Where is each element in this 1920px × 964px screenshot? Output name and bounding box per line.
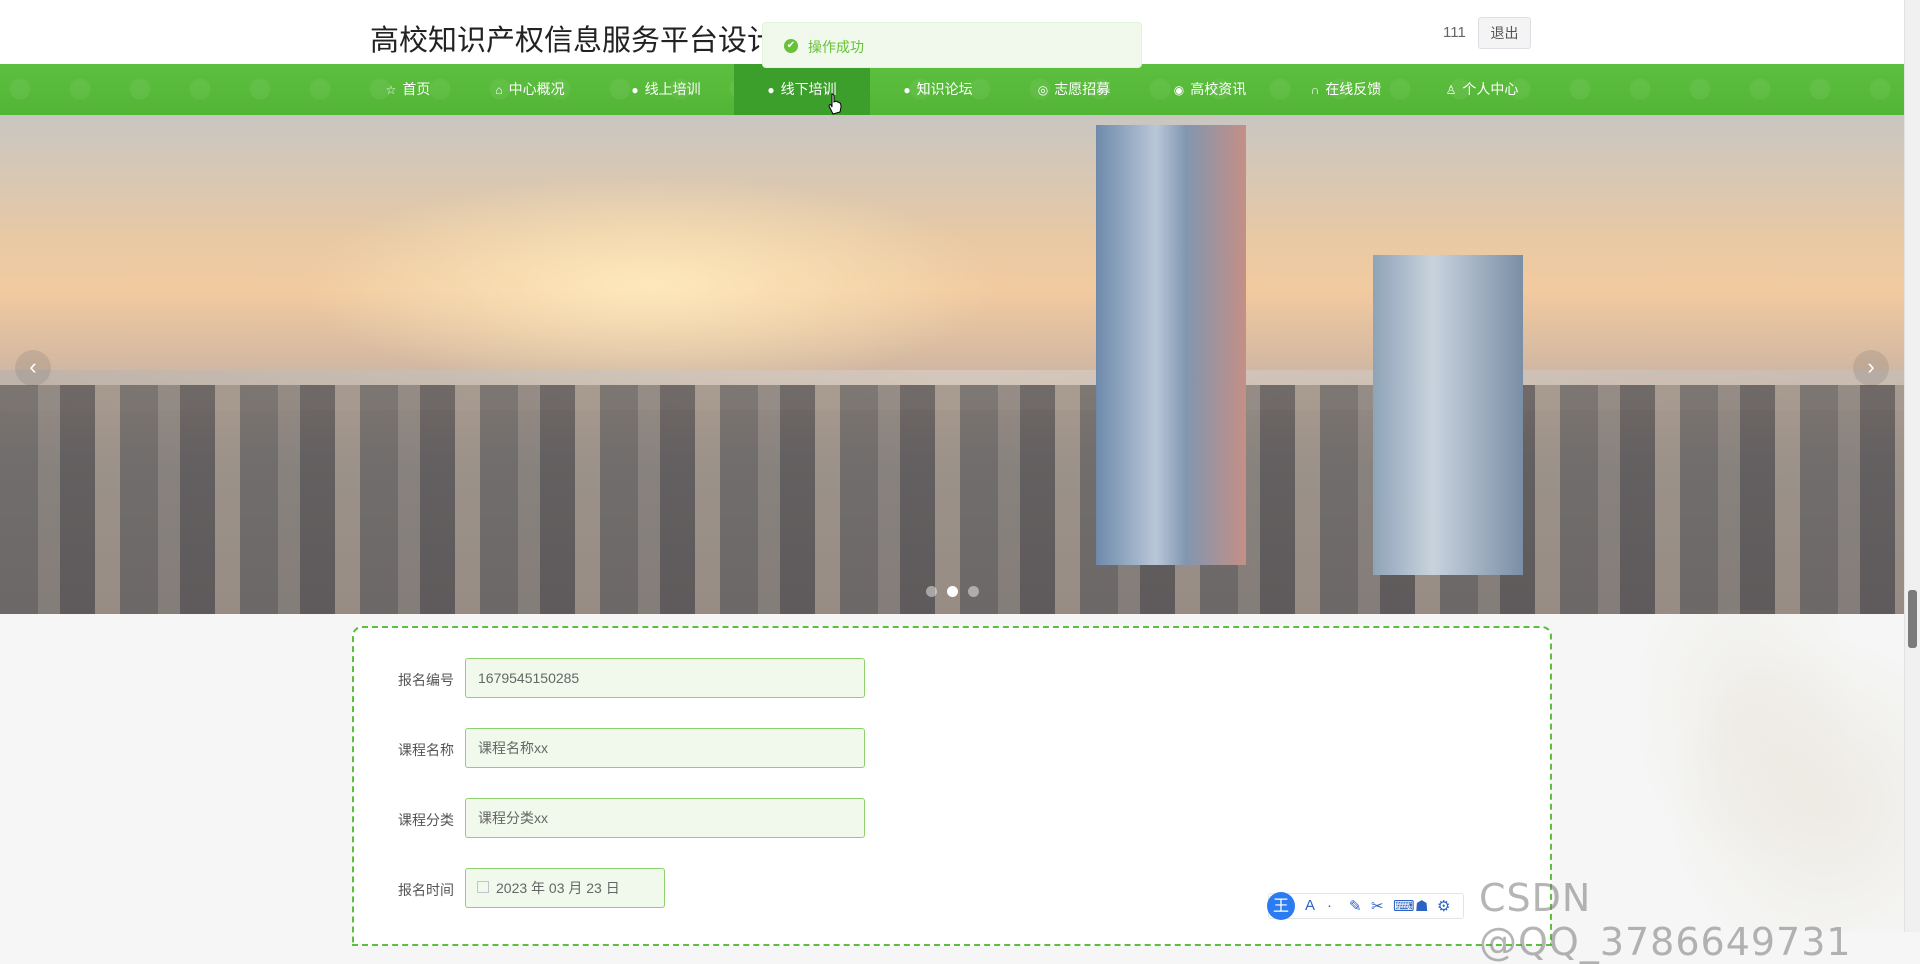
course-category-field[interactable]: 课程分类xx (465, 798, 865, 838)
success-toast: ✔ 操作成功 (762, 22, 1142, 68)
gear-icon[interactable]: ⚙ (1437, 897, 1450, 915)
label-course-name: 课程名称 (398, 742, 454, 758)
nav-item-online-feedback[interactable]: ∩ 在线反馈 (1278, 64, 1414, 115)
label-registration-time: 报名时间 (398, 882, 454, 898)
punctuation-icon[interactable]: · (1327, 897, 1332, 914)
success-check-icon: ✔ (784, 39, 798, 53)
nav-label: 首页 (402, 81, 431, 97)
nav-item-knowledge-forum[interactable]: ● 知识论坛 (870, 64, 1006, 115)
star-icon: ☆ (385, 83, 397, 97)
nav-item-offline-training[interactable]: ● 线下培训 (734, 64, 870, 115)
logout-button[interactable]: 退出 (1478, 17, 1531, 49)
ime-toolbar: 王 A · ✎ ✂ ⌨ ☗ ⚙ (1267, 892, 1464, 920)
watermark: CSDN @QQ_3786649731 (1479, 876, 1852, 964)
course-name-field[interactable]: 课程名称xx (465, 728, 865, 768)
target-icon: ◎ (1037, 83, 1049, 97)
nav-label: 在线反馈 (1325, 81, 1382, 97)
page-scrollbar[interactable] (1904, 0, 1920, 932)
nav-item-personal-center[interactable]: ♙ 个人中心 (1414, 64, 1550, 115)
nav-label: 线上培训 (644, 81, 701, 97)
username: 111 (1443, 24, 1466, 41)
carousel-prev-button[interactable]: ‹ (15, 350, 51, 386)
scissors-icon[interactable]: ✂ (1371, 897, 1384, 915)
calendar-icon (477, 881, 489, 893)
mouse-pointer-icon (828, 93, 842, 115)
nav-item-online-training[interactable]: ● 线上培训 (598, 64, 734, 115)
main-nav: ☆ 首页 ⌂ 中心概况 ● 线上培训 ● 线下培训 ● 知识论坛 ◎ 志愿招募 ◉ 高校资讯 … (0, 64, 1904, 115)
registration-date-value: 2023 年 03 月 23 日 (496, 880, 620, 896)
carousel-dot[interactable] (968, 586, 979, 597)
banner-city (0, 385, 1904, 614)
nav-label: 知识论坛 (916, 81, 973, 97)
keyboard-icon[interactable]: ⌨ (1393, 897, 1415, 915)
shirt-icon[interactable]: ☗ (1415, 897, 1428, 915)
toast-message: 操作成功 (808, 39, 864, 55)
home-icon: ⌂ (495, 83, 503, 97)
info-icon: ● (903, 83, 911, 97)
registration-date-field[interactable]: 2023 年 03 月 23 日 (465, 868, 665, 908)
carousel-dot-active[interactable] (947, 586, 958, 597)
info-icon: ● (631, 83, 639, 97)
banner-tower (1373, 255, 1523, 575)
smile-icon: ◉ (1173, 83, 1185, 97)
pen-icon[interactable]: ✎ (1349, 897, 1362, 915)
banner-tower (1096, 125, 1246, 565)
label-course-category: 课程分类 (398, 812, 454, 828)
banner-sky (300, 175, 1000, 395)
font-icon[interactable]: A (1305, 897, 1315, 914)
headset-icon: ∩ (1310, 83, 1320, 97)
carousel-next-button[interactable]: › (1853, 350, 1889, 386)
nav-label: 中心概况 (508, 81, 565, 97)
label-registration-id: 报名编号 (398, 672, 454, 688)
nav-label: 高校资讯 (1190, 81, 1247, 97)
user-icon: ♙ (1445, 83, 1457, 97)
nav-label: 志愿招募 (1054, 81, 1111, 97)
info-icon: ● (767, 83, 775, 97)
registration-id-field[interactable]: 1679545150285 (465, 658, 865, 698)
nav-item-volunteer-recruit[interactable]: ◎ 志愿招募 (1006, 64, 1142, 115)
nav-item-home[interactable]: ☆ 首页 (340, 64, 476, 115)
ime-logo-icon[interactable]: 王 (1267, 892, 1295, 920)
nav-item-campus-news[interactable]: ◉ 高校资讯 (1142, 64, 1278, 115)
banner-carousel: ‹ › (0, 115, 1904, 614)
carousel-dot[interactable] (926, 586, 937, 597)
nav-label: 个人中心 (1462, 81, 1519, 97)
nav-item-center-overview[interactable]: ⌂ 中心概况 (462, 64, 598, 115)
site-title: 高校知识产权信息服务平台设计 (370, 23, 777, 57)
scrollbar-thumb[interactable] (1908, 590, 1917, 648)
